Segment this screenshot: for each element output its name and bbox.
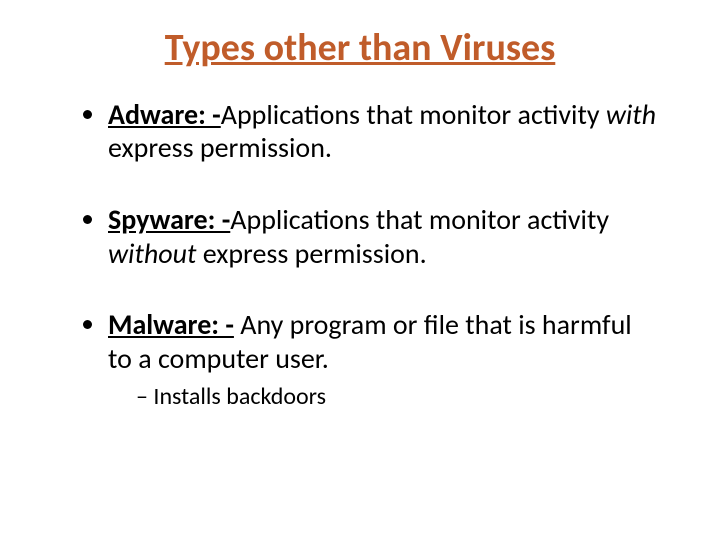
list-item: Spyware: -Applications that monitor acti… (108, 203, 660, 270)
bullet-list: Adware: -Applications that monitor activ… (60, 98, 660, 412)
item-text: express permission. (196, 236, 426, 271)
term-label: Spyware: - (108, 202, 230, 237)
item-text: Applications that monitor activity (230, 202, 609, 237)
item-emphasis: without (108, 236, 196, 271)
term-label: Malware: - (108, 307, 234, 342)
item-text: Applications that monitor activity (221, 97, 606, 132)
list-item: Adware: -Applications that monitor activ… (108, 98, 660, 165)
slide-title: Types other than Viruses (60, 28, 660, 70)
item-text: express permission. (108, 130, 332, 165)
sub-list: Installs backdoors (108, 383, 660, 412)
sub-list-item: Installs backdoors (136, 383, 660, 412)
list-item: Malware: - Any program or file that is h… (108, 308, 660, 412)
term-label: Adware: - (108, 97, 221, 132)
item-emphasis: with (606, 97, 656, 132)
slide: Types other than Viruses Adware: -Applic… (0, 0, 720, 540)
